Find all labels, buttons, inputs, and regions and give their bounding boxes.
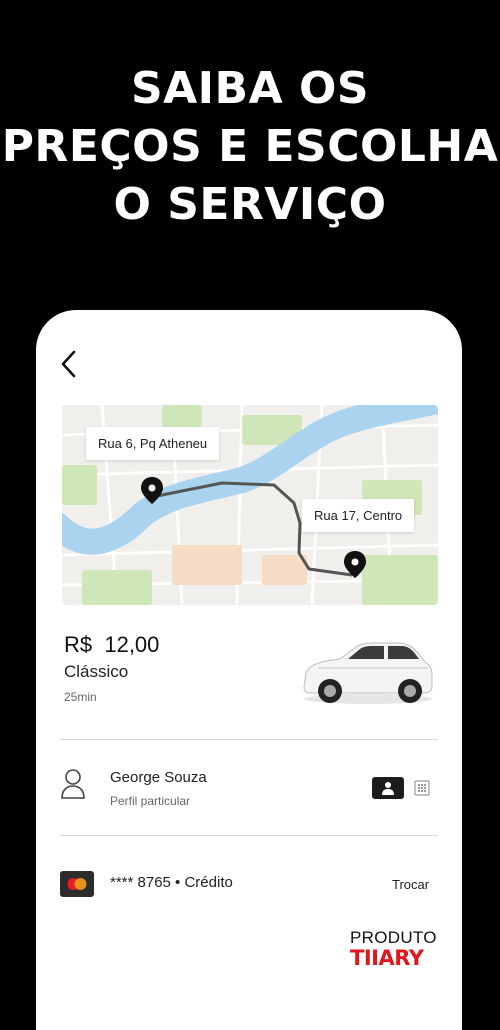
personal-profile-toggle[interactable] — [372, 777, 404, 799]
person-filled-icon — [382, 782, 394, 795]
ride-price: R$ 12,00 — [64, 632, 160, 657]
divider — [60, 835, 438, 836]
headline: SAIBA OS PREÇOS E ESCOLHA O SERVIÇO — [0, 60, 500, 234]
ride-duration: 25min — [64, 690, 97, 704]
business-profile-toggle[interactable] — [412, 778, 432, 798]
route-map[interactable]: Rua 6, Pq Atheneu Rua 17, Centro — [62, 405, 438, 605]
payment-card: **** 8765 • Crédito — [110, 874, 233, 891]
headline-line-1: SAIBA OS — [130, 63, 370, 114]
chevron-left-icon — [61, 350, 76, 378]
person-outline-icon — [60, 768, 86, 805]
car-image — [298, 637, 438, 712]
mastercard-icon — [60, 871, 94, 897]
headline-line-2: PREÇOS E ESCOLHA — [1, 121, 499, 172]
phone-screen: Rua 6, Pq Atheneu Rua 17, Centro R$ 12,0… — [36, 310, 462, 1030]
brand-product-label: PRODUTO — [350, 928, 437, 947]
profile-type: Perfil particular — [110, 794, 191, 808]
back-button[interactable] — [54, 348, 82, 380]
profile-name: George Souza — [110, 769, 207, 786]
change-payment-button[interactable]: Trocar — [392, 877, 429, 892]
ride-category: Clássico — [64, 662, 129, 681]
destination-label: Rua 17, Centro — [302, 499, 415, 532]
brand-logo: TIIARY — [350, 946, 424, 970]
origin-label: Rua 6, Pq Atheneu — [86, 427, 220, 460]
headline-line-3: O SERVIÇO — [113, 179, 387, 230]
divider — [60, 739, 438, 740]
building-icon — [414, 780, 430, 796]
